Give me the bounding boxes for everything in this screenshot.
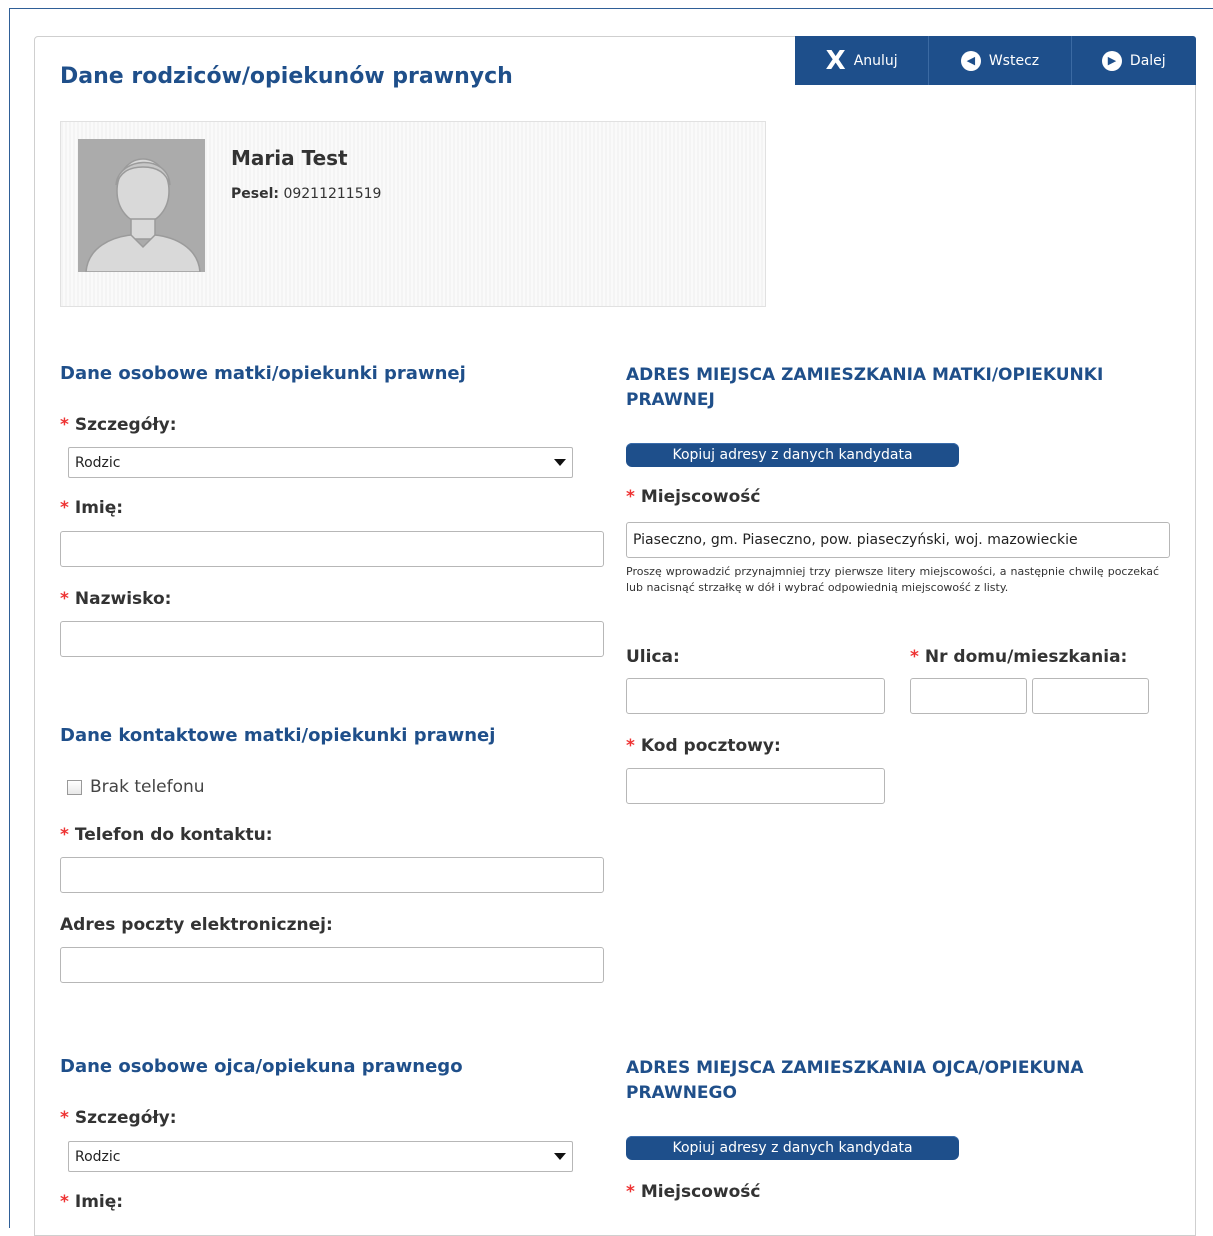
mother-postal-input[interactable] — [626, 768, 885, 804]
father-details-value: Rodzic — [75, 1148, 121, 1165]
mother-first-name-label: * Imię: — [60, 498, 124, 518]
father-copy-address-button[interactable]: Kopiuj adresy z danych kandydata — [626, 1136, 959, 1160]
next-button-label: Dalej — [1129, 52, 1166, 69]
mother-flat-number-input[interactable] — [1032, 678, 1149, 714]
page-title: Dane rodziców/opiekunów prawnych — [60, 64, 513, 89]
mother-phone-input[interactable] — [60, 857, 604, 893]
mother-city-input[interactable]: Piaseczno, gm. Piaseczno, pow. piaseczyń… — [626, 522, 1170, 558]
mother-last-name-label: * Nazwisko: — [60, 589, 172, 609]
mother-street-label: Ulica: — [626, 647, 680, 667]
mother-phone-label: * Telefon do kontaktu: — [60, 825, 273, 845]
cancel-button[interactable]: X Anuluj — [795, 36, 930, 85]
avatar — [78, 139, 205, 272]
mother-personal-title: Dane osobowe matki/opiekunki prawnej — [60, 363, 466, 384]
mother-first-name-input[interactable] — [60, 531, 604, 567]
mother-details-label: * Szczegóły: — [60, 415, 177, 435]
mother-details-value: Rodzic — [75, 454, 121, 471]
father-details-select[interactable]: Rodzic — [68, 1141, 573, 1172]
father-first-name-label: * Imię: — [60, 1192, 124, 1212]
mother-postal-label: * Kod pocztowy: — [626, 736, 781, 756]
mother-contact-title: Dane kontaktowe matki/opiekunki prawnej — [60, 725, 496, 746]
person-silhouette-icon — [85, 158, 201, 272]
close-icon: X — [825, 45, 846, 76]
back-button[interactable]: ◀ Wstecz — [929, 36, 1072, 85]
chevron-down-icon — [554, 1153, 566, 1160]
mother-copy-address-button[interactable]: Kopiuj adresy z danych kandydata — [626, 443, 959, 467]
mother-city-hint: Proszę wprowadzić przynajmniej trzy pier… — [626, 565, 1159, 594]
mother-address-title: ADRES MIEJSCA ZAMIESZKANIA MATKI/OPIEKUN… — [626, 365, 1104, 410]
father-details-label: * Szczegóły: — [60, 1108, 177, 1128]
next-arrow-icon: ▶ — [1101, 50, 1122, 71]
mother-email-input[interactable] — [60, 947, 604, 983]
mother-city-label: * Miejscowość — [626, 487, 761, 507]
mother-house-number-input[interactable] — [910, 678, 1027, 714]
pesel-value: 09211211519 — [283, 186, 382, 202]
no-phone-label: Brak telefonu — [90, 777, 205, 797]
back-arrow-icon: ◀ — [960, 50, 981, 71]
wizard-toolbar: X Anuluj ◀ Wstecz ▶ Dalej — [795, 36, 1196, 85]
no-phone-checkbox[interactable] — [67, 779, 82, 795]
father-city-label: * Miejscowość — [626, 1182, 761, 1202]
mother-email-label: Adres poczty elektronicznej: — [60, 915, 333, 935]
back-button-label: Wstecz — [988, 52, 1040, 69]
father-personal-title: Dane osobowe ojca/opiekuna prawnego — [60, 1056, 463, 1077]
mother-street-input[interactable] — [626, 678, 885, 714]
cancel-button-label: Anuluj — [853, 52, 898, 69]
mother-last-name-input[interactable] — [60, 621, 604, 657]
candidate-name: Maria Test — [231, 146, 348, 170]
chevron-down-icon — [554, 459, 566, 466]
next-button[interactable]: ▶ Dalej — [1072, 36, 1196, 85]
pesel-label: Pesel: — [231, 186, 279, 202]
candidate-pesel: Pesel: 09211211519 — [231, 186, 381, 202]
father-address-title: ADRES MIEJSCA ZAMIESZKANIA OJCA/OPIEKUNA… — [626, 1058, 1084, 1103]
mother-house-label: * Nr domu/mieszkania: — [910, 647, 1128, 667]
mother-details-select[interactable]: Rodzic — [68, 447, 573, 478]
no-phone-checkbox-row: Brak telefonu — [67, 777, 205, 797]
